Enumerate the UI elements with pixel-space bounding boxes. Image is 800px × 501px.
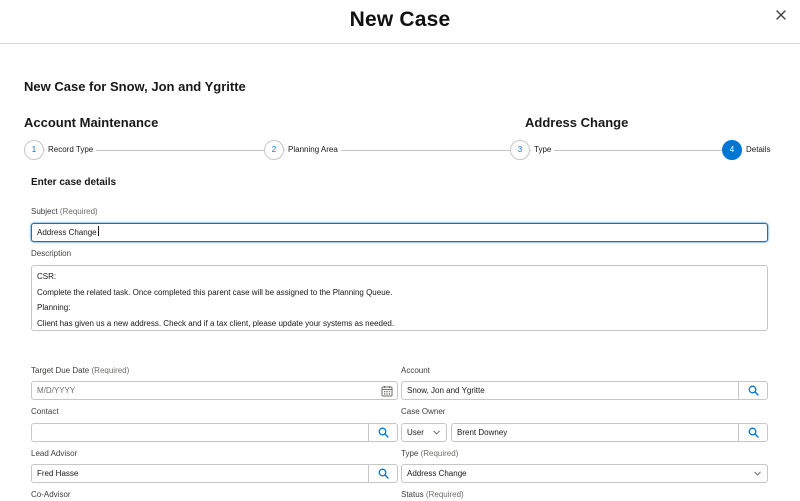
case-owner-input[interactable]: Brent Downey [451,423,768,442]
subject-label: Subject (Required) [31,207,98,216]
close-button[interactable] [772,6,790,24]
type-label: Type (Required) [401,449,458,458]
step-3-label: Type [531,145,555,154]
subject-label-text: Subject [31,207,58,216]
account-search-button[interactable] [738,382,767,399]
target-due-date-input[interactable]: M/D/YYYY [31,381,398,400]
step-1-label: Record Type [45,145,97,154]
chevron-down-icon [754,471,761,476]
section-title-right: Address Change [525,115,629,130]
contact-label: Contact [31,407,59,416]
owner-type-value: User [407,428,424,437]
lead-advisor-input[interactable]: Fred Hasse [31,464,398,483]
text-caret [97,226,99,236]
description-label: Description [31,249,72,258]
search-icon [378,427,389,438]
form-heading: Enter case details [31,177,117,188]
step-4-indicator[interactable]: 4 [722,140,742,160]
case-owner-label: Case Owner [401,407,446,416]
step-2-label: Planning Area [285,145,341,154]
search-icon [378,468,389,479]
status-label: Status (Required) [401,490,464,499]
status-label-text: Status [401,490,424,499]
lead-advisor-search-button[interactable] [368,465,397,482]
required-indicator: (Required) [59,207,98,216]
account-input[interactable]: Snow, Jon and Ygritte [401,381,768,400]
target-due-date-label: Target Due Date (Required) [31,366,129,375]
description-textarea[interactable]: CSR: Complete the related task. Once com… [31,265,768,331]
description-line: Complete the related task. Once complete… [37,287,393,297]
description-line: Planning: [37,303,71,312]
contact-input[interactable] [31,423,398,442]
modal-title: New Case [349,8,451,31]
lead-advisor-label: Lead Advisor [31,449,78,458]
progress-stepper: 1 Record Type 2 Planning Area 3 Type 4 D… [24,140,774,162]
account-value: Snow, Jon and Ygritte [407,386,485,395]
chevron-down-icon [433,430,440,435]
account-label: Account [401,366,430,375]
date-placeholder: M/D/YYYY [37,386,76,395]
type-label-text: Type [401,449,419,458]
subject-value: Address Change [37,228,97,237]
step-4-label: Details [743,145,774,154]
description-line: CSR: [37,272,57,281]
calendar-icon[interactable] [381,385,393,397]
required-indicator: (Required) [425,490,464,499]
step-1-indicator[interactable]: 1 [24,140,44,160]
modal-header: New Case [0,0,800,44]
description-line: Client has given us a new address. Check… [37,318,395,328]
contact-search-button[interactable] [368,424,397,441]
section-title-left: Account Maintenance [24,115,159,130]
case-owner-value: Brent Downey [457,428,508,437]
case-owner-search-button[interactable] [738,424,767,441]
step-3-indicator[interactable]: 3 [510,140,530,160]
co-advisor-label: Co-Advisor [31,490,71,499]
subject-input[interactable]: Address Change [31,223,768,242]
type-select[interactable]: Address Change [401,464,768,483]
required-indicator: (Required) [91,366,130,375]
search-icon [748,427,759,438]
type-value: Address Change [407,469,467,478]
search-icon [748,385,759,396]
target-due-date-label-text: Target Due Date [31,366,90,375]
close-icon [776,10,786,20]
step-connector [528,150,728,151]
case-heading: New Case for Snow, Jon and Ygritte [24,79,246,94]
lead-advisor-value: Fred Hasse [37,469,79,478]
case-owner-type-select[interactable]: User [401,423,447,442]
step-2-indicator[interactable]: 2 [264,140,284,160]
required-indicator: (Required) [420,449,459,458]
